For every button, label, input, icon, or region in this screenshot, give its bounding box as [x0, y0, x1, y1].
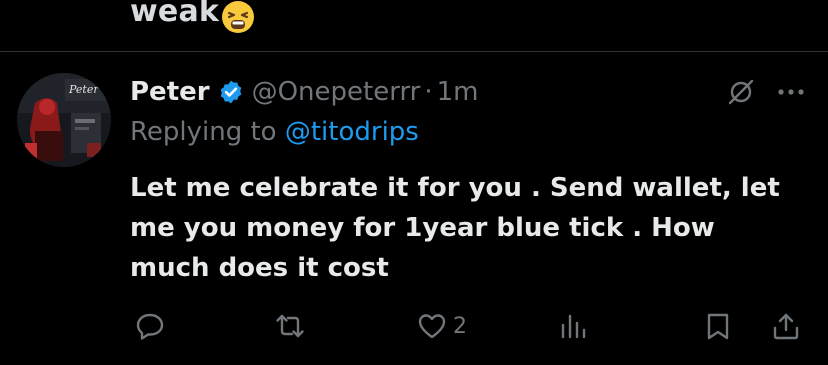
- tweet-header: Peter @Onepeterrr · 1m: [130, 72, 479, 112]
- views-button[interactable]: [558, 306, 588, 346]
- replying-to: Replying to @titodrips: [130, 117, 419, 147]
- action-bar: 2: [0, 306, 828, 346]
- replying-to-mention[interactable]: @titodrips: [285, 117, 419, 147]
- bookmark-button[interactable]: [703, 306, 733, 346]
- author-name[interactable]: Peter: [130, 77, 210, 107]
- tired-face-emoji-icon: [222, 1, 254, 33]
- author-handle[interactable]: @Onepeterrr: [252, 77, 421, 107]
- reply-button[interactable]: [135, 306, 165, 346]
- previous-tweet-text: weak: [130, 0, 220, 29]
- avatar-label: Peter: [68, 83, 99, 96]
- verified-badge-icon[interactable]: [218, 79, 244, 105]
- views-icon: [561, 314, 586, 339]
- divider: [0, 51, 828, 52]
- retweet-icon: [276, 314, 304, 338]
- share-icon: [773, 313, 799, 340]
- avatar-image: Peter: [17, 73, 111, 167]
- avatar[interactable]: Peter: [17, 73, 111, 167]
- more-icon[interactable]: [776, 78, 806, 106]
- separator-dot: ·: [424, 77, 433, 107]
- retweet-button[interactable]: [275, 306, 305, 346]
- bookmark-icon: [707, 313, 729, 340]
- like-count: 2: [453, 313, 467, 339]
- heart-icon: [418, 314, 446, 339]
- tweet-text: Let me celebrate it for you . Send walle…: [130, 173, 780, 283]
- like-button[interactable]: 2: [417, 306, 467, 346]
- grok-icon[interactable]: [726, 77, 756, 107]
- previous-tweet[interactable]: weak: [0, 0, 828, 50]
- share-button[interactable]: [771, 306, 801, 346]
- replying-prefix: Replying to: [130, 117, 277, 147]
- reply-icon: [136, 313, 164, 340]
- timestamp[interactable]: 1m: [437, 77, 479, 107]
